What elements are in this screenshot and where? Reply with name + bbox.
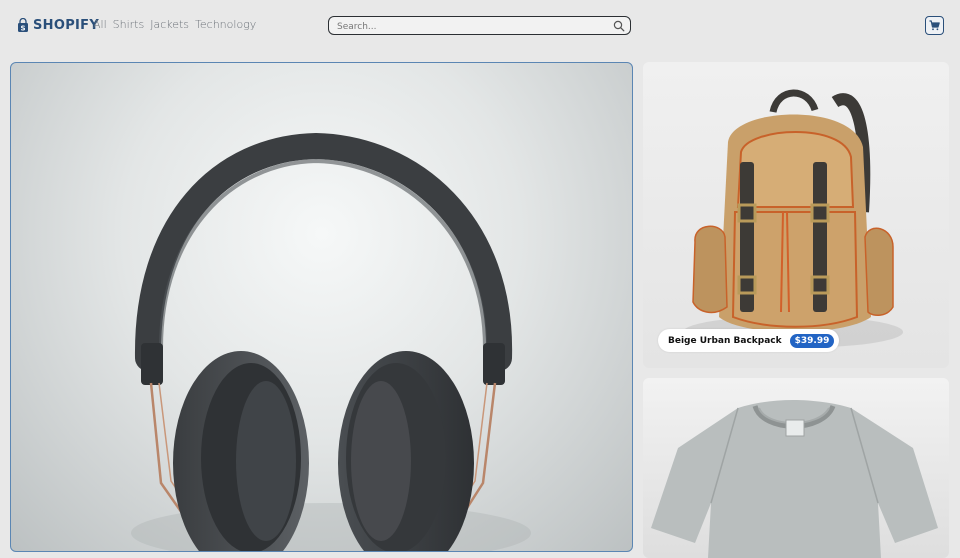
brand-logo-link[interactable]: S SHOPIFY	[17, 15, 99, 35]
price-badge: $39.99	[789, 333, 835, 348]
brand-name: SHOPIFY	[33, 17, 100, 33]
nav-link-jackets[interactable]: Jackets	[150, 18, 189, 31]
nav-link-all[interactable]: All	[93, 18, 107, 31]
product-tile-tshirt[interactable]	[643, 378, 949, 558]
search-input[interactable]	[335, 19, 609, 35]
product-label-backpack[interactable]: Beige Urban Backpack $39.99	[658, 329, 840, 352]
featured-product-tile[interactable]	[10, 62, 633, 552]
t-shirt-image	[651, 400, 938, 558]
nav-link-technology[interactable]: Technology	[195, 18, 256, 31]
search-icon[interactable]	[613, 20, 625, 32]
shopping-cart-icon	[929, 20, 940, 31]
nav-link-shirts[interactable]: Shirts	[113, 18, 145, 31]
backpack-image	[683, 89, 903, 348]
shopping-bag-icon: S	[18, 18, 28, 32]
site-header: S SHOPIFY All Shirts Jackets Technology	[0, 0, 960, 52]
search-box	[328, 16, 631, 35]
cart-button[interactable]	[925, 16, 944, 35]
headphones-image	[131, 132, 531, 551]
product-tile-backpack[interactable]	[643, 62, 949, 368]
svg-text:S: S	[20, 24, 25, 32]
main-nav: All Shirts Jackets Technology	[93, 18, 256, 31]
product-title: Beige Urban Backpack	[668, 335, 782, 346]
